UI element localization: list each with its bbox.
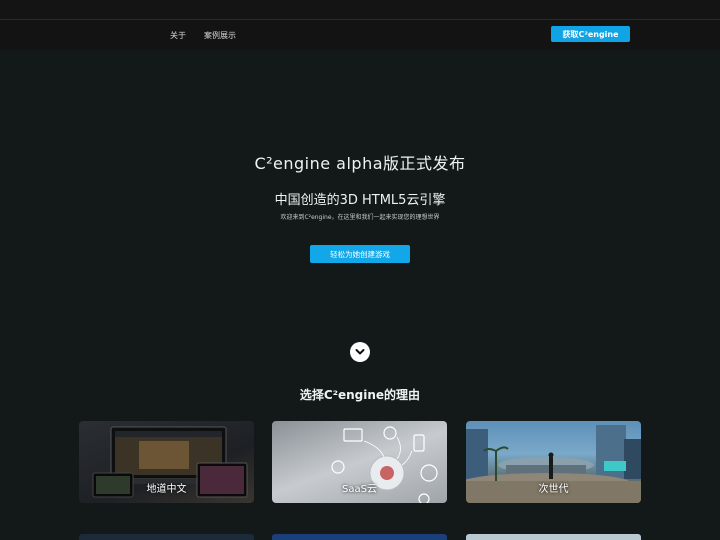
feature-card-partial[interactable] (466, 534, 641, 540)
feature-card-partial[interactable] (79, 534, 254, 540)
feature-card-chinese[interactable]: 地道中文 (79, 421, 254, 503)
nav-link-about[interactable]: 关于 (170, 30, 186, 41)
feature-card-label: 次世代 (538, 484, 569, 495)
feature-card-label: SaaS云 (342, 484, 377, 495)
feature-card-label: 地道中文 (146, 484, 187, 495)
hero-subtitle: 中国创造的3D HTML5云引擎 (274, 193, 446, 208)
top-strip (0, 0, 720, 20)
feature-card-nextgen[interactable]: 次世代 (466, 421, 641, 503)
chevron-down-icon (355, 349, 365, 355)
scroll-down-button[interactable] (350, 342, 370, 362)
section-title: 选择C²engine的理由 (299, 388, 421, 402)
navbar: 关于 案例展示 获取C²engine (0, 20, 720, 50)
get-engine-button[interactable]: 获取C²engine (551, 26, 630, 42)
main-content: C²engine alpha版正式发布 中国创造的3D HTML5云引擎 欢迎来… (0, 50, 720, 540)
hero-title: C²engine alpha版正式发布 (254, 154, 466, 173)
hero-description: 欢迎来到C²engine，在这里和我们一起来实现您的理想世界 (280, 214, 440, 221)
feature-card-saas[interactable]: SaaS云 (272, 421, 447, 503)
feature-card-partial[interactable] (272, 534, 447, 540)
create-game-button[interactable]: 轻松为她创建游戏 (310, 245, 410, 263)
nav-link-cases[interactable]: 案例展示 (204, 30, 236, 41)
